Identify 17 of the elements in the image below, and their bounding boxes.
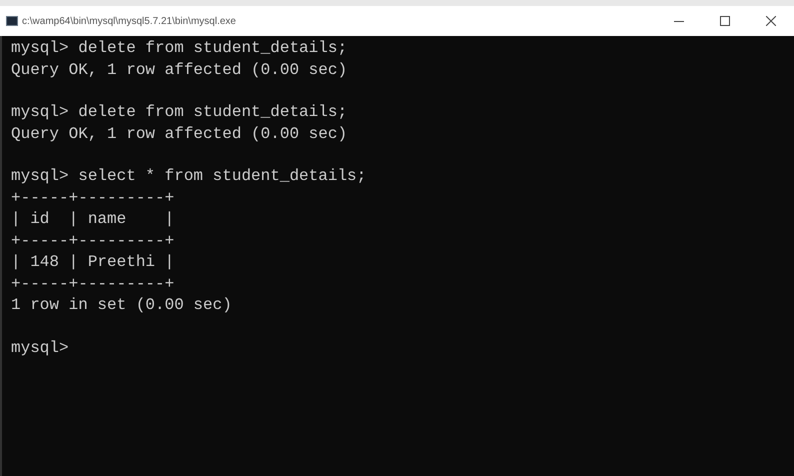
minimize-icon bbox=[674, 20, 684, 22]
console-app-icon bbox=[6, 15, 18, 27]
console-line: Query OK, 1 row affected (0.00 sec) bbox=[11, 124, 348, 144]
console-line: | id | name | bbox=[11, 209, 174, 230]
console-line: mysql> select * from student_details; bbox=[11, 166, 366, 187]
console-line: Query OK, 1 row affected (0.00 sec) bbox=[11, 60, 348, 80]
console-line: mysql> delete from student_details; bbox=[11, 38, 348, 59]
window-title: c:\wamp64\bin\mysql\mysql5.7.21\bin\mysql.exe bbox=[22, 14, 236, 28]
console-line: | 148 | Preethi | bbox=[11, 252, 174, 273]
close-icon bbox=[766, 16, 776, 26]
console-line: +-----+---------+ bbox=[11, 230, 174, 252]
console-line: mysql> bbox=[11, 338, 69, 358]
console-line: +-----+---------+ bbox=[11, 188, 174, 208]
console-line: +-----+---------+ bbox=[11, 274, 174, 294]
console-line: mysql> delete from student_details; bbox=[11, 102, 348, 123]
console-line: 1 row in set (0.00 sec) bbox=[11, 295, 232, 316]
maximize-icon bbox=[720, 16, 730, 26]
